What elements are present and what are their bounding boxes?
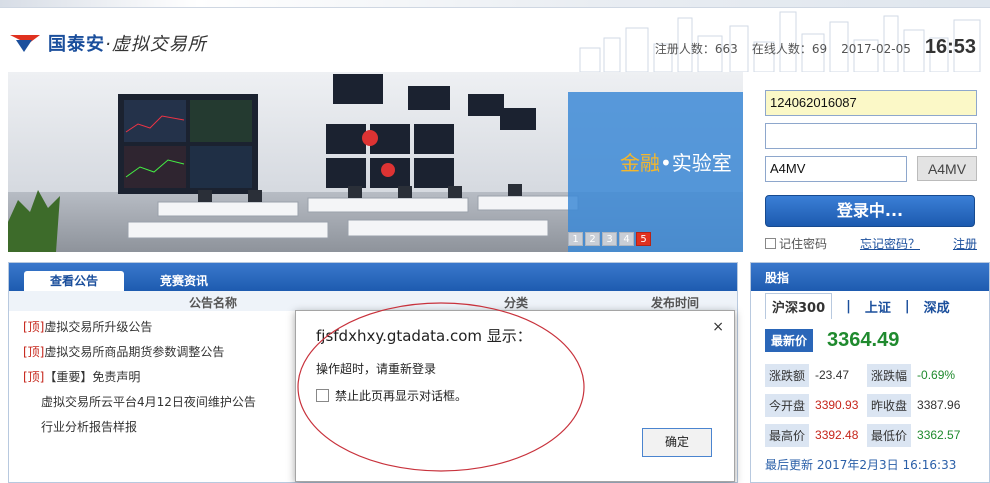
tab-csi300[interactable]: 沪深300: [765, 293, 833, 319]
password-field[interactable]: [765, 123, 977, 149]
latest-price-label: 最新价: [765, 329, 814, 352]
online-count: 在线人数：69: [751, 42, 828, 56]
current-date: 2017-02-05: [841, 42, 911, 56]
tab-shenzhen[interactable]: 深成: [924, 297, 950, 316]
login-panel: 124062016087 A4MV A4MV 登录中... 记住密码 忘记密码？…: [765, 90, 977, 252]
ok-button[interactable]: 确定: [642, 428, 712, 457]
logo-subtitle: ·虚拟交易所: [105, 34, 207, 55]
captcha-image[interactable]: A4MV: [917, 156, 977, 181]
carousel-page-2[interactable]: 2: [585, 232, 600, 246]
last-updated: 最后更新 2017年2月3日 16:16:33: [765, 458, 957, 472]
tab-shanghai[interactable]: 上证: [865, 297, 891, 316]
top-banner-strip: [0, 0, 990, 8]
banner-carousel[interactable]: 金融•实验室 1 2 3 4 5: [8, 72, 743, 252]
col-publish-time: 发布时间: [651, 296, 700, 310]
close-icon[interactable]: ×: [712, 319, 724, 335]
site-logo[interactable]: 国泰安·虚拟交易所: [10, 30, 207, 56]
suppress-dialogs-option[interactable]: 禁止此页再显示对话框。: [316, 387, 467, 404]
suppress-dialogs-checkbox[interactable]: [316, 389, 329, 402]
latest-price-value: 3364.49: [827, 329, 900, 351]
notice-column-headers: 公告名称 分类 发布时间: [9, 291, 737, 311]
dialog-message: 操作超时，请重新登录: [316, 362, 437, 376]
gta-logo-icon: [10, 35, 40, 52]
registered-count: 注册人数：663: [654, 42, 738, 56]
captcha-field[interactable]: A4MV: [765, 156, 907, 182]
tab-notices[interactable]: 查看公告: [24, 271, 124, 291]
banner-title-finance: 金融: [620, 151, 660, 175]
carousel-page-1[interactable]: 1: [568, 232, 583, 246]
index-tabs: 沪深300 | 上证 | 深成: [751, 293, 989, 319]
register-link[interactable]: 注册: [953, 235, 977, 252]
dialog-title: fjsfdxhxy.gtadata.com 显示：: [316, 327, 532, 345]
carousel-pager: 1 2 3 4 5: [568, 232, 651, 246]
site-header: 国泰安·虚拟交易所 注册人数：663 在线人数：69 2017-02-05 16…: [0, 8, 990, 72]
carousel-page-5[interactable]: 5: [636, 232, 651, 246]
remember-password[interactable]: 记住密码: [765, 235, 827, 252]
stock-index-panel: 股指 沪深300 | 上证 | 深成 最新价 3364.49 涨跌额 -23.47…: [750, 262, 990, 483]
remember-label: 记住密码: [779, 237, 828, 251]
forgot-password-link[interactable]: 忘记密码？: [860, 235, 920, 252]
username-field[interactable]: 124062016087: [765, 90, 977, 116]
tab-competition-news[interactable]: 竞赛资讯: [144, 271, 224, 291]
current-time: 16:53: [924, 36, 976, 58]
banner-title: 金融•实验室: [620, 147, 732, 176]
suppress-dialogs-label: 禁止此页再显示对话框。: [335, 389, 468, 403]
index-panel-title: 股指: [751, 263, 989, 291]
quote-row: 最高价 3392.48 最低价 3362.57: [765, 420, 975, 450]
logo-brand: 国泰安: [48, 34, 105, 55]
login-button[interactable]: 登录中...: [765, 195, 975, 227]
index-quote-grid: 涨跌额 -23.47 涨跌幅 -0.69% 今开盘 3390.93 昨收盘 3387.9…: [751, 358, 989, 452]
banner-title-lab: •实验室: [660, 151, 732, 175]
col-category: 分类: [504, 296, 529, 310]
quote-row: 涨跌额 -23.47 涨跌幅 -0.69%: [765, 360, 975, 390]
carousel-page-4[interactable]: 4: [619, 232, 634, 246]
site-stats: 注册人数：663 在线人数：69 2017-02-05 16:53: [655, 36, 976, 59]
carousel-page-3[interactable]: 3: [602, 232, 617, 246]
quote-row: 今开盘 3390.93 昨收盘 3387.96: [765, 390, 975, 420]
remember-checkbox[interactable]: [765, 238, 776, 249]
alert-dialog: fjsfdxhxy.gtadata.com 显示： × 操作超时，请重新登录 禁…: [295, 310, 735, 482]
col-notice-name: 公告名称: [189, 296, 238, 310]
